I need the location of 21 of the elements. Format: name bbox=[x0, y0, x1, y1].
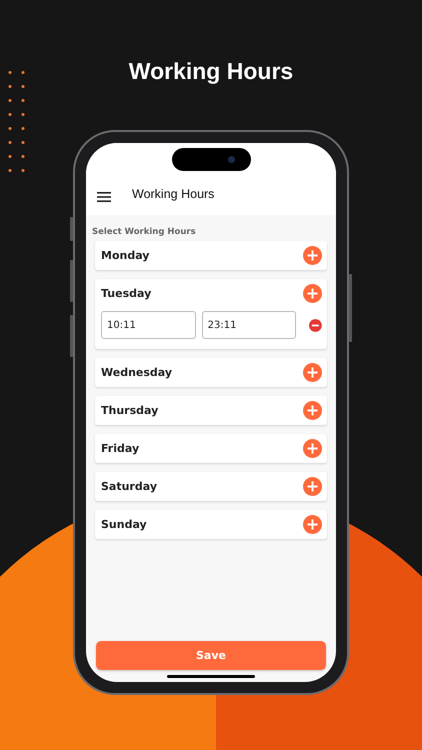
start-time-field[interactable]: 10:11 bbox=[101, 311, 196, 339]
add-icon[interactable] bbox=[303, 477, 322, 496]
add-icon[interactable] bbox=[303, 439, 322, 458]
day-name: Sunday bbox=[101, 518, 147, 531]
page-headline: Working Hours bbox=[128, 57, 294, 86]
day-name: Monday bbox=[101, 249, 150, 262]
add-icon[interactable] bbox=[303, 284, 322, 303]
day-name: Wednesday bbox=[101, 366, 172, 379]
day-name: Thursday bbox=[101, 404, 158, 417]
day-name: Tuesday bbox=[101, 287, 152, 300]
add-icon[interactable] bbox=[303, 401, 322, 420]
day-name: Friday bbox=[101, 442, 140, 455]
add-icon[interactable] bbox=[303, 246, 322, 265]
add-icon[interactable] bbox=[303, 515, 322, 534]
add-icon[interactable] bbox=[303, 363, 322, 382]
app-bar-title: Working Hours bbox=[132, 187, 214, 201]
end-time-field[interactable]: 23:11 bbox=[202, 311, 296, 339]
section-label: Select Working Hours bbox=[92, 227, 197, 237]
day-name: Saturday bbox=[101, 480, 157, 493]
menu-icon[interactable] bbox=[97, 192, 111, 202]
remove-icon[interactable] bbox=[309, 318, 322, 332]
